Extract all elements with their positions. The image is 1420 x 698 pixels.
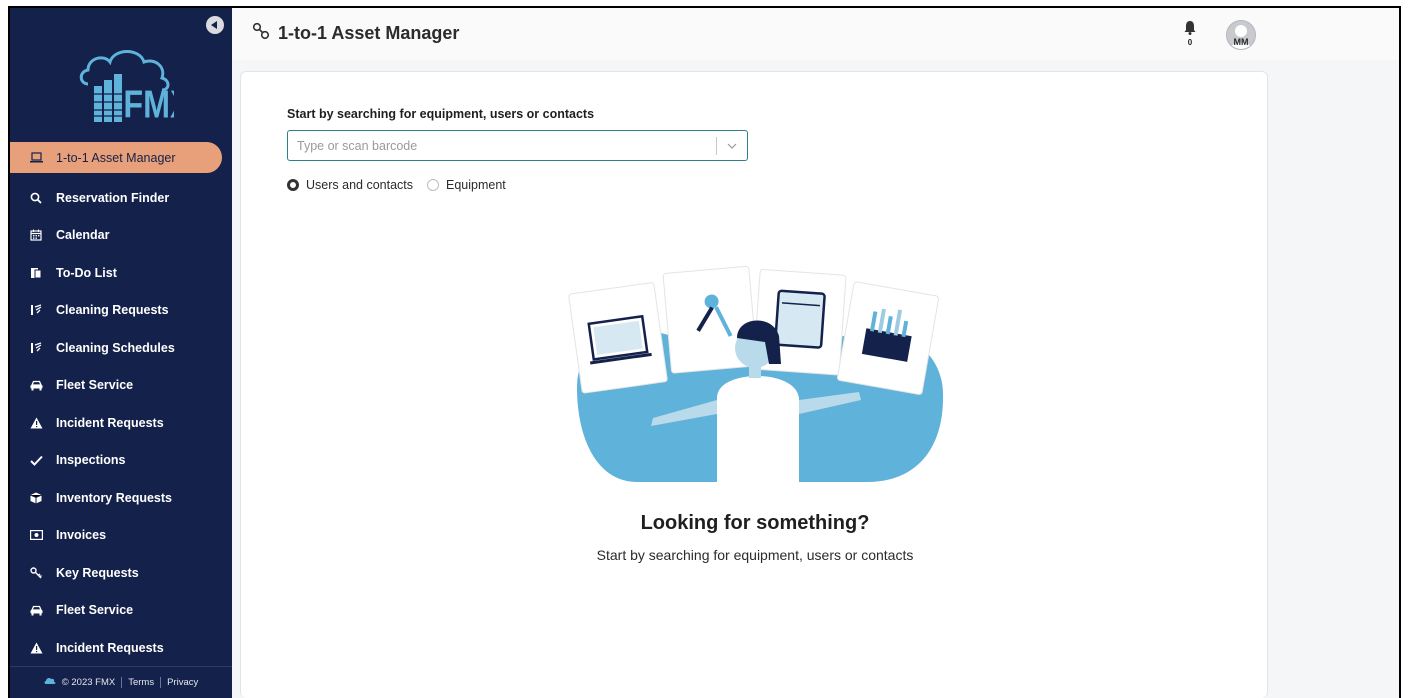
search-heading: Start by searching for equipment, users … bbox=[287, 107, 595, 121]
check-icon bbox=[28, 452, 44, 468]
top-header: 1-to-1 Asset Manager 0 MM bbox=[232, 8, 1399, 60]
search-icon bbox=[28, 190, 44, 206]
app-window: FMX 1-to-1 Asset Manager Reservation Fin… bbox=[8, 6, 1401, 698]
radio-label: Equipment bbox=[446, 178, 506, 192]
broom-icon bbox=[28, 340, 44, 356]
laptop-icon bbox=[28, 150, 44, 166]
radio-dot[interactable] bbox=[287, 179, 299, 191]
sidebar-item-label: Cleaning Requests bbox=[56, 303, 169, 318]
broom-icon bbox=[28, 302, 44, 318]
notifications-button[interactable]: 0 bbox=[1182, 20, 1198, 48]
sidebar-item-cleaning-requests[interactable]: Cleaning Requests bbox=[10, 292, 232, 330]
footer-divider bbox=[121, 677, 123, 688]
sidebar-item-label: Reservation Finder bbox=[56, 190, 170, 205]
fmx-logo: FMX bbox=[79, 50, 174, 127]
sidebar-item-reservation-finder[interactable]: Reservation Finder bbox=[10, 179, 232, 217]
notification-count: 0 bbox=[1187, 38, 1193, 47]
search-combobox[interactable] bbox=[287, 130, 748, 161]
main-card: Start by searching for equipment, users … bbox=[240, 71, 1268, 698]
page-title-text: 1-to-1 Asset Manager bbox=[278, 23, 460, 43]
sidebar-item-todo-list[interactable]: To-Do List bbox=[10, 254, 232, 292]
sidebar-item-label: Inspections bbox=[56, 453, 126, 468]
fmx-small-logo-icon bbox=[44, 677, 56, 688]
sidebar-item-label: Invoices bbox=[56, 528, 107, 543]
key-icon bbox=[28, 565, 44, 581]
collapse-sidebar-button[interactable] bbox=[206, 16, 224, 34]
sidebar-item-calendar[interactable]: Calendar bbox=[10, 217, 232, 255]
sidebar-item-incident-requests[interactable]: Incident Requests bbox=[10, 404, 232, 442]
radio-label: Users and contacts bbox=[306, 178, 413, 192]
radio-users-contacts[interactable]: Users and contacts bbox=[287, 178, 413, 192]
privacy-link[interactable]: Privacy bbox=[167, 677, 198, 688]
sidebar-item-fleet-service-2[interactable]: Fleet Service bbox=[10, 592, 232, 630]
sidebar-item-asset-manager[interactable]: 1-to-1 Asset Manager bbox=[10, 142, 222, 173]
car-icon bbox=[28, 377, 44, 393]
sidebar-item-fleet-service[interactable]: Fleet Service bbox=[10, 367, 232, 405]
empty-state-subtitle: Start by searching for equipment, users … bbox=[596, 547, 914, 563]
sidebar-item-key-requests[interactable]: Key Requests bbox=[10, 554, 232, 592]
sidebar-item-inspections[interactable]: Inspections bbox=[10, 442, 232, 480]
sidebar-item-invoices[interactable]: Invoices bbox=[10, 517, 232, 555]
car-icon bbox=[28, 602, 44, 618]
terms-link[interactable]: Terms bbox=[128, 677, 154, 688]
sidebar-item-label: Fleet Service bbox=[56, 378, 134, 393]
sidebar-item-label: Fleet Service bbox=[56, 603, 134, 618]
user-avatar[interactable]: MM bbox=[1226, 20, 1256, 50]
page-title: 1-to-1 Asset Manager bbox=[252, 22, 459, 45]
radio-equipment[interactable]: Equipment bbox=[427, 178, 506, 192]
logo-text: FMX bbox=[123, 83, 174, 127]
warning-icon bbox=[28, 640, 44, 656]
sidebar-item-label: Inventory Requests bbox=[56, 490, 173, 505]
link-icon bbox=[252, 22, 270, 45]
dropdown-toggle[interactable] bbox=[717, 131, 747, 160]
money-icon bbox=[28, 527, 44, 543]
sidebar-item-label: Calendar bbox=[56, 228, 110, 243]
sidebar-item-label: To-Do List bbox=[56, 265, 117, 280]
sidebar-item-label: 1-to-1 Asset Manager bbox=[56, 150, 176, 165]
warning-icon bbox=[28, 415, 44, 431]
sidebar-item-label: Incident Requests bbox=[56, 415, 164, 430]
bell-icon bbox=[1184, 21, 1196, 35]
footer-divider bbox=[160, 677, 162, 688]
radio-dot[interactable] bbox=[427, 179, 439, 191]
todo-icon bbox=[28, 265, 44, 281]
sidebar-item-label: Key Requests bbox=[56, 565, 139, 580]
box-icon bbox=[28, 490, 44, 506]
sidebar-nav: 1-to-1 Asset Manager Reservation Finder … bbox=[10, 142, 232, 667]
search-input[interactable] bbox=[288, 131, 716, 160]
search-type-radio-group: Users and contacts Equipment bbox=[287, 178, 520, 192]
sidebar-item-label: Incident Requests bbox=[56, 640, 164, 655]
calendar-icon bbox=[28, 227, 44, 243]
sidebar-item-cleaning-schedules[interactable]: Cleaning Schedules bbox=[10, 329, 232, 367]
sidebar-item-inventory-requests[interactable]: Inventory Requests bbox=[10, 479, 232, 517]
empty-state-title: Looking for something? bbox=[640, 512, 870, 534]
sidebar-footer: © 2023 FMX Terms Privacy bbox=[10, 666, 232, 698]
sidebar-item-label: Cleaning Schedules bbox=[56, 340, 175, 355]
empty-state-illustration bbox=[568, 265, 944, 484]
sidebar: FMX 1-to-1 Asset Manager Reservation Fin… bbox=[10, 8, 232, 698]
copyright-text: © 2023 FMX bbox=[61, 677, 116, 688]
sidebar-item-incident-requests-2[interactable]: Incident Requests bbox=[10, 629, 232, 667]
chevron-down-icon bbox=[727, 143, 737, 149]
avatar-initials: MM bbox=[1233, 37, 1249, 47]
